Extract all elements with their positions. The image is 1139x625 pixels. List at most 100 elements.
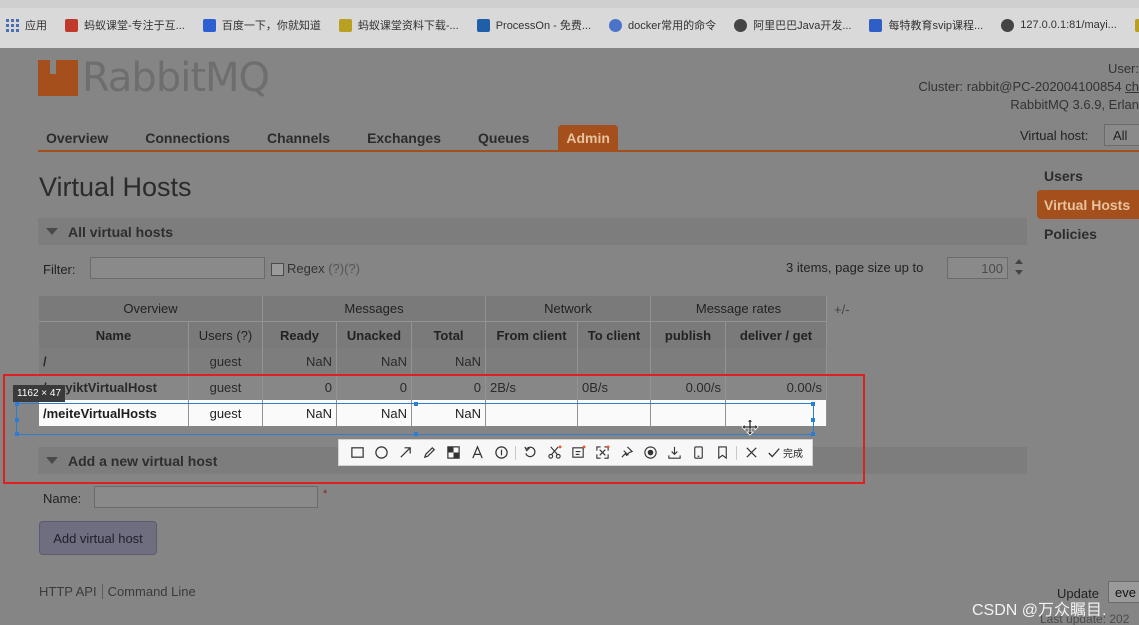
- screenshot-toolbar: 完成: [338, 439, 813, 466]
- text-icon: [471, 445, 483, 459]
- arrow-tool[interactable]: [393, 444, 417, 462]
- column-toggle-button[interactable]: +/-: [834, 302, 850, 317]
- done-button[interactable]: 完成: [767, 445, 803, 460]
- bookmark-tool[interactable]: [710, 444, 734, 462]
- add-virtual-host-button[interactable]: Add virtual host: [39, 521, 157, 555]
- apps-grid-icon: [6, 18, 19, 32]
- csdn-watermark: CSDN @万众瞩目.: [972, 602, 1107, 619]
- http-api-link[interactable]: HTTP API: [39, 584, 97, 599]
- done-label: 完成: [783, 449, 803, 460]
- table-column-header: Name Users (?) Ready Unacked Total From …: [39, 322, 827, 348]
- sidebar-item-virtual-hosts[interactable]: Virtual Hosts: [1037, 190, 1139, 219]
- number-tool[interactable]: [489, 444, 513, 462]
- rabbitmq-logo[interactable]: RabbitMQ: [38, 55, 270, 101]
- download-tool[interactable]: [662, 444, 686, 462]
- phone-tool[interactable]: [686, 444, 710, 462]
- tab-overview[interactable]: Overview: [38, 130, 116, 151]
- vhost-name-label: Name:: [43, 491, 82, 506]
- globe-icon: [1001, 18, 1015, 32]
- undo-tool[interactable]: [518, 444, 542, 462]
- ellipse-tool[interactable]: [369, 444, 393, 462]
- bookmark-label: 127.0.0.1:81/mayi...: [1020, 19, 1117, 31]
- spinner-down-icon[interactable]: [1015, 270, 1023, 275]
- pin-tool[interactable]: [614, 444, 638, 462]
- bookmark-item[interactable]: 百度一下，你就知道: [202, 17, 321, 33]
- text-tool[interactable]: [465, 444, 489, 462]
- section-title: All virtual hosts: [68, 223, 174, 240]
- tab-strip: [0, 0, 1139, 8]
- column-header-to-client[interactable]: To client: [578, 322, 651, 348]
- column-header-unacked[interactable]: Unacked: [337, 322, 412, 348]
- bookmark-label: ProcessOn - 免费...: [495, 20, 592, 32]
- virtual-host-select[interactable]: All: [1104, 124, 1139, 146]
- command-line-link[interactable]: Command Line: [108, 584, 196, 599]
- rectangle-tool[interactable]: [345, 444, 369, 462]
- cancel-tool[interactable]: [739, 444, 763, 462]
- bookmark-item[interactable]: 蚂蚁课堂资料下载-...: [338, 17, 459, 33]
- page-size-input[interactable]: 100: [947, 257, 1008, 279]
- bookmark-item[interactable]: ProcessOn - 免费...: [476, 17, 592, 33]
- tab-connections[interactable]: Connections: [137, 130, 238, 151]
- bookmark-item[interactable]: 每特教育svip课程...: [869, 17, 983, 33]
- column-header-name[interactable]: Name: [39, 322, 189, 348]
- tab-admin[interactable]: Admin: [558, 125, 618, 151]
- regex-help-link[interactable]: (?)(?): [328, 261, 360, 276]
- vhost-users: guest: [189, 348, 263, 374]
- column-header-total[interactable]: Total: [412, 322, 486, 348]
- mosaic-icon: [446, 446, 460, 459]
- bookmark-item[interactable]: 127: [1134, 18, 1139, 32]
- bookmark-item[interactable]: 阿里巴巴Java开发...: [734, 17, 851, 33]
- column-header-users[interactable]: Users (?): [189, 322, 263, 348]
- pin-icon: [620, 446, 633, 458]
- scissors-icon: [547, 445, 562, 459]
- rectangle-icon: [350, 447, 364, 458]
- column-header-from-client[interactable]: From client: [486, 322, 578, 348]
- mosaic-tool[interactable]: [441, 444, 465, 462]
- ocr-icon: [571, 445, 586, 458]
- sidebar-item-users[interactable]: Users: [1037, 161, 1139, 190]
- bookmark-item[interactable]: docker常用的命令: [609, 17, 716, 33]
- bookmark-label: docker常用的命令: [628, 20, 717, 32]
- filter-input[interactable]: [90, 257, 265, 279]
- regex-checkbox[interactable]: [271, 263, 284, 276]
- column-header-publish[interactable]: publish: [651, 322, 726, 348]
- bookmark-label: 阿里巴巴Java开发...: [753, 20, 852, 32]
- cluster-value: rabbit@PC-202004100854: [966, 79, 1122, 94]
- column-header-ready[interactable]: Ready: [263, 322, 337, 348]
- ocr-tool[interactable]: [566, 444, 590, 462]
- tab-channels[interactable]: Channels: [259, 130, 338, 151]
- tab-queues[interactable]: Queues: [470, 130, 537, 151]
- bookmark-item[interactable]: 蚂蚁课堂-专注于互...: [65, 17, 185, 33]
- column-header-deliver-get[interactable]: deliver / get: [726, 322, 827, 348]
- cluster-info: User: Cluster: rabbit@PC-202004100854 ch…: [918, 60, 1139, 114]
- table-row[interactable]: / guest NaN NaN NaN: [39, 348, 827, 374]
- logo-text: RabbitMQ: [82, 55, 270, 101]
- bookmark-label: 每特教育svip课程...: [888, 20, 984, 32]
- pen-tool[interactable]: [417, 444, 441, 462]
- scroll-capture-tool[interactable]: [542, 444, 566, 462]
- virtual-host-label: Virtual host:: [1020, 128, 1089, 143]
- change-cluster-link[interactable]: ch: [1125, 79, 1139, 94]
- record-tool[interactable]: [638, 444, 662, 462]
- vhost-name-link[interactable]: /: [39, 348, 189, 374]
- vhost-name-input[interactable]: [94, 486, 318, 508]
- bookmark-item[interactable]: 127.0.0.1:81/mayi...: [1001, 18, 1117, 32]
- page-size-spinner[interactable]: [1013, 257, 1025, 281]
- sidebar-item-policies[interactable]: Policies: [1037, 219, 1139, 248]
- close-icon: [745, 447, 757, 458]
- cluster-label: Cluster:: [918, 79, 964, 94]
- vhost-to-client: [578, 348, 651, 374]
- regex-label: Regex (?)(?): [287, 261, 360, 276]
- users-help-link[interactable]: (?): [236, 328, 252, 343]
- document-icon: [869, 18, 883, 32]
- update-interval-select[interactable]: eve: [1108, 581, 1139, 603]
- expand-icon: [595, 445, 610, 459]
- tab-exchanges[interactable]: Exchanges: [359, 130, 449, 151]
- expand-tool[interactable]: [590, 444, 614, 462]
- spinner-up-icon[interactable]: [1015, 259, 1023, 264]
- all-vhosts-section-toggle[interactable]: All virtual hosts: [38, 218, 1027, 245]
- main-nav: Overview Connections Channels Exchanges …: [38, 124, 618, 151]
- bookmark-apps[interactable]: 应用: [6, 17, 47, 33]
- bookmarks-bar: 应用 蚂蚁课堂-专注于互... 百度一下，你就知道 蚂蚁课堂资料下载-... P…: [0, 0, 1139, 48]
- numbered-circle-icon: [494, 446, 508, 459]
